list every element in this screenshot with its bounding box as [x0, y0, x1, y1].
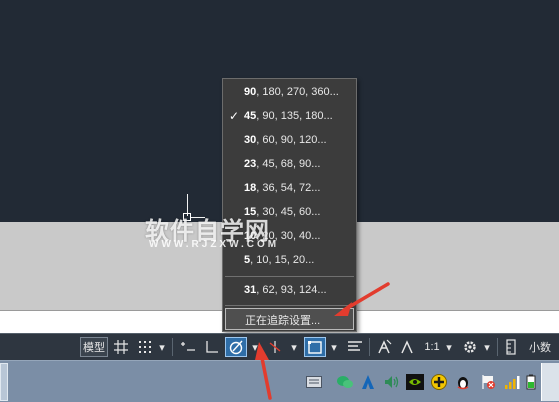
taskbar — [0, 360, 559, 402]
qq-penguin-icon[interactable] — [454, 373, 472, 391]
object-snap-dropdown[interactable]: ▾ — [328, 337, 340, 357]
units-decimal-button[interactable]: 小数 — [524, 337, 556, 357]
menu-item-angle-30[interactable]: 30, 60, 90, 120... — [223, 130, 356, 152]
workspace-dropdown[interactable]: ▾ — [481, 337, 493, 357]
menu-item-lead: 23 — [244, 158, 257, 170]
gear-icon[interactable] — [460, 337, 480, 357]
status-separator — [172, 338, 173, 356]
menu-item-rest: , 180, 270, 360... — [256, 86, 339, 98]
status-separator — [369, 338, 370, 356]
watermark: 软件自学网 WWW.RJZXW.COM — [145, 211, 295, 261]
network-signal-icon[interactable] — [503, 373, 521, 391]
menu-item-rest: , 62, 93, 124... — [256, 284, 327, 296]
chevron-down-icon: ▾ — [331, 341, 337, 354]
menu-item-lead: 45 — [244, 110, 257, 122]
isodraft-dropdown[interactable]: ▾ — [288, 337, 300, 357]
volume-icon[interactable] — [382, 373, 400, 391]
menu-item-lead: 18 — [244, 182, 257, 194]
menu-item-rest: , 90, 135, 180... — [256, 110, 333, 122]
ortho-mode-icon[interactable] — [201, 337, 223, 357]
status-bar: 模型 ▾ ▾ ▾ ▾ 1:1 ▾ ▾ 小数 — [0, 333, 559, 360]
chevron-down-icon: ▾ — [446, 341, 452, 354]
menu-item-angle-18[interactable]: 18, 36, 54, 72... — [223, 178, 356, 200]
show-desktop-button[interactable] — [541, 363, 559, 401]
taskbar-window-edge[interactable] — [0, 363, 8, 401]
lineweight-icon[interactable] — [343, 337, 367, 357]
menu-item-lead: 90 — [244, 86, 257, 98]
snap-dropdown[interactable]: ▾ — [156, 337, 168, 357]
red-arrow-settings-annotation — [334, 282, 390, 316]
red-arrow-polar-annotation — [255, 342, 272, 400]
shield-plus-icon[interactable] — [430, 373, 448, 391]
chevron-down-icon: ▾ — [159, 341, 165, 354]
menu-item-rest: , 45, 68, 90... — [256, 158, 321, 170]
annotation-scale-label: 1:1 — [424, 341, 440, 353]
menu-separator — [225, 276, 354, 277]
checkmark-icon: ✓ — [229, 109, 240, 123]
menu-item-angle-23[interactable]: 23, 45, 68, 90... — [223, 154, 356, 176]
nvidia-icon[interactable] — [406, 373, 424, 391]
watermark-subtitle: WWW.RJZXW.COM — [149, 239, 280, 250]
annotation-scale-button[interactable]: 1:1 — [420, 337, 444, 357]
menu-item-lead: 31 — [244, 284, 257, 296]
chevron-down-icon: ▾ — [484, 341, 490, 354]
auto-scale-icon[interactable] — [397, 337, 417, 357]
annotation-scale-dropdown[interactable]: ▾ — [443, 337, 455, 357]
snap-icon[interactable] — [134, 337, 156, 357]
keyboard-icon[interactable] — [305, 373, 323, 391]
wechat-icon[interactable] — [336, 373, 354, 391]
model-space-button[interactable]: 模型 — [80, 337, 108, 357]
units-icon[interactable] — [502, 337, 520, 357]
menu-item-label: 正在追踪设置... — [245, 315, 321, 327]
chevron-down-icon: ▾ — [291, 341, 297, 354]
action-center-flag-icon[interactable] — [479, 373, 497, 391]
menu-item-angle-90[interactable]: 90, 180, 270, 360... — [223, 82, 356, 104]
battery-icon[interactable] — [522, 373, 540, 391]
menu-item-lead: 30 — [244, 134, 257, 146]
annotation-visibility-icon[interactable] — [373, 337, 395, 357]
menu-item-rest: , 36, 54, 72... — [256, 182, 321, 194]
model-label: 模型 — [83, 342, 105, 354]
autodesk-a-icon[interactable] — [359, 373, 377, 391]
units-label: 小数 — [529, 342, 551, 354]
object-snap-icon[interactable] — [304, 337, 326, 357]
infer-constraints-icon[interactable] — [177, 337, 199, 357]
status-separator — [497, 338, 498, 356]
grid-icon[interactable] — [111, 337, 131, 357]
menu-item-angle-45[interactable]: ✓ 45, 90, 135, 180... — [223, 106, 356, 128]
polar-tracking-icon[interactable] — [225, 337, 247, 357]
menu-item-rest: , 60, 90, 120... — [256, 134, 327, 146]
